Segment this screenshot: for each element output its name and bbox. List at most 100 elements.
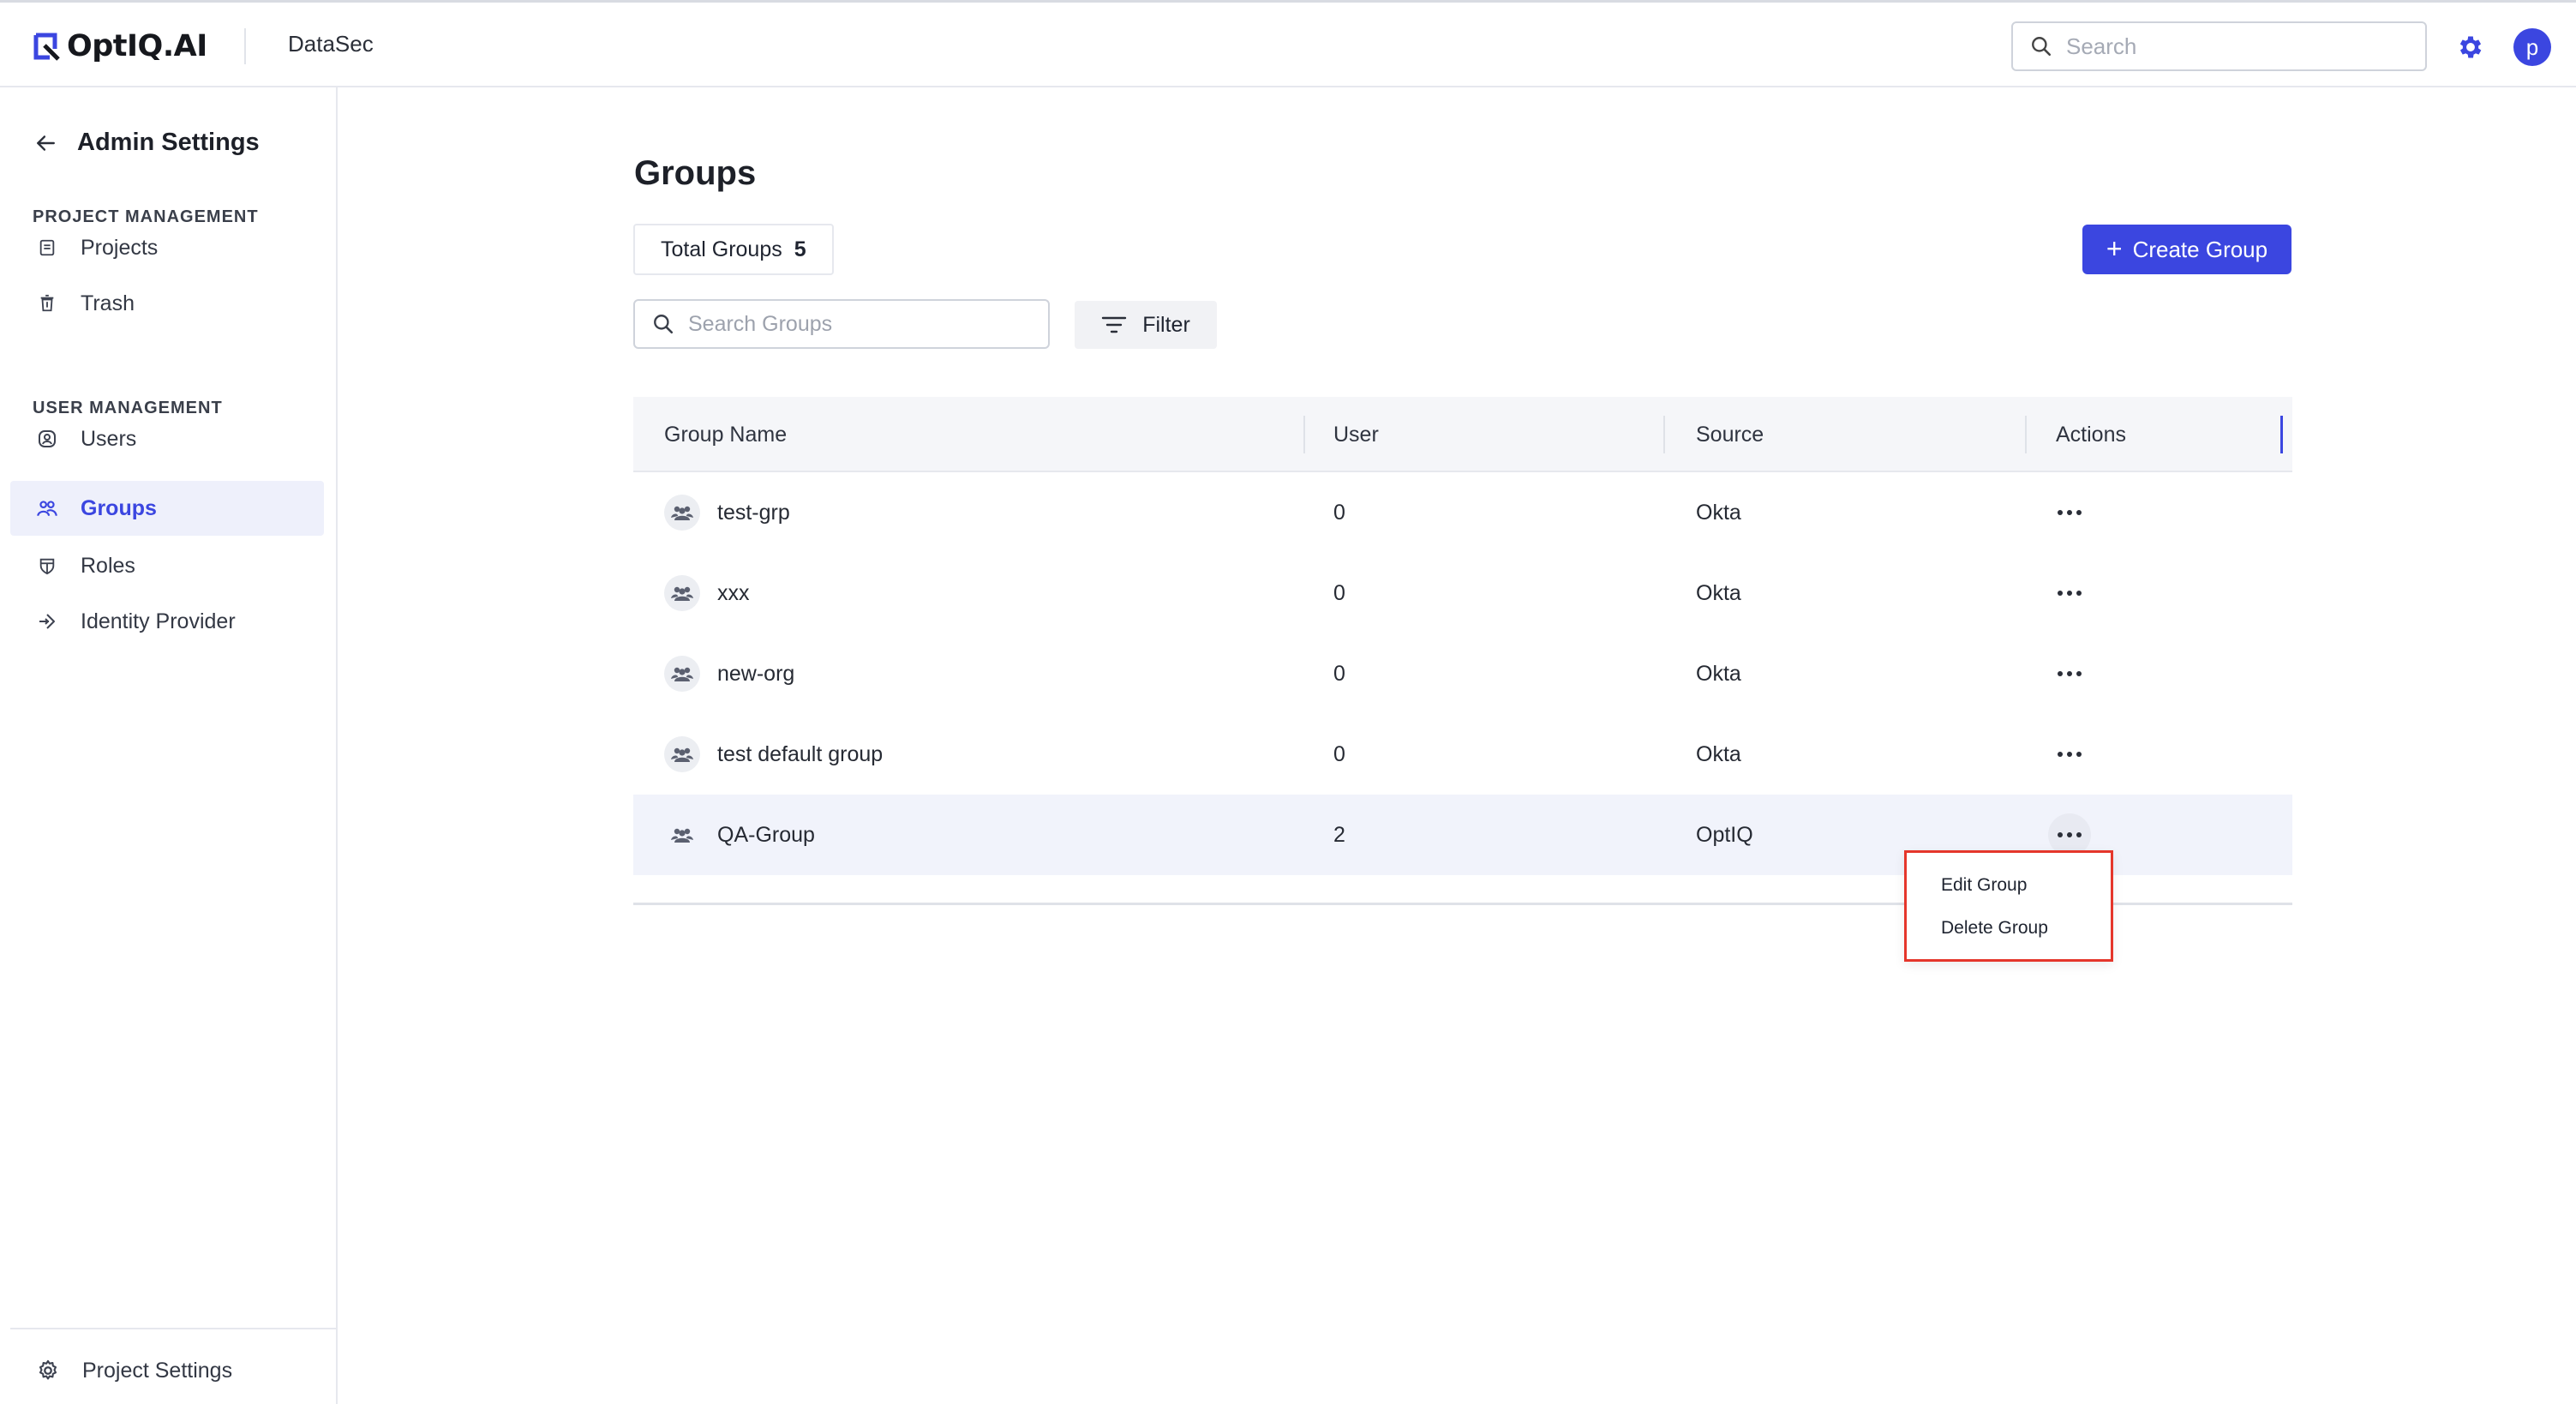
sidebar-item-label: Roles (81, 553, 135, 578)
sidebar-item-groups[interactable]: Groups (10, 481, 324, 536)
page-title: Groups (634, 154, 757, 192)
create-group-label: Create Group (2132, 236, 2268, 262)
sidebar-item-label: Users (81, 426, 137, 451)
column-resize-handle[interactable] (2280, 416, 2283, 453)
total-groups-count: 5 (794, 237, 806, 261)
project-settings-label: Project Settings (82, 1358, 233, 1383)
sidebar-footer: Project Settings (10, 1328, 338, 1383)
group-name: test default group (717, 741, 884, 766)
groups-table: Group Name User Source Actions test-grp … (633, 397, 2292, 875)
group-name: xxx (717, 580, 750, 605)
source-cell: Okta (1696, 661, 1741, 686)
sidebar-item-identity-provider[interactable]: Identity Provider (10, 594, 324, 649)
total-groups-badge: Total Groups 5 (633, 224, 834, 275)
login-arrow-icon (36, 610, 58, 633)
sidebar-item-trash[interactable]: Trash (10, 276, 324, 331)
group-name: QA-Group (717, 822, 815, 847)
more-actions-icon[interactable] (2048, 733, 2091, 776)
group-name-cell: new-org (664, 633, 794, 714)
group-search[interactable] (633, 299, 1050, 349)
search-icon (2032, 37, 2052, 57)
column-header-actions: Actions (2056, 422, 2126, 447)
sidebar-item-roles[interactable]: Roles (10, 538, 324, 593)
group-name: test-grp (717, 500, 790, 525)
admin-settings-header: Admin Settings (34, 129, 260, 157)
project-settings-link[interactable]: Project Settings (10, 1345, 327, 1396)
sidebar-item-label: Trash (81, 291, 135, 315)
sidebar-item-label: Projects (81, 235, 159, 260)
top-bar: OptIQ.AI DataSec p (0, 0, 2576, 87)
table-row[interactable]: test-grp 0 Okta (633, 472, 2292, 553)
user-count-cell: 0 (1333, 741, 1345, 766)
column-divider[interactable] (1303, 416, 1305, 453)
global-search-input[interactable] (2066, 33, 2392, 60)
column-divider[interactable] (2025, 416, 2027, 453)
row-actions-menu: Edit Group Delete Group (1904, 850, 2113, 962)
group-avatar-icon (664, 656, 700, 692)
source-cell: Okta (1696, 741, 1741, 766)
more-actions-icon[interactable] (2048, 652, 2091, 695)
logo-text: OptIQ.AI (67, 29, 207, 63)
group-name-cell: test-grp (664, 472, 790, 553)
sidebar-item-label: Identity Provider (81, 609, 236, 633)
source-cell: Okta (1696, 500, 1741, 525)
user-icon (36, 428, 58, 450)
group-name-cell: QA-Group (664, 795, 815, 875)
actions-cell (2048, 553, 2091, 633)
source-cell: OptIQ (1696, 822, 1753, 847)
menu-item-delete-group[interactable]: Delete Group (1941, 918, 2048, 939)
trash-icon (36, 292, 58, 315)
group-avatar-icon (664, 817, 700, 853)
header-divider (244, 28, 246, 64)
column-header-source[interactable]: Source (1696, 397, 1764, 472)
group-name-cell: xxx (664, 553, 750, 633)
group-avatar-icon (664, 575, 700, 611)
menu-item-edit-group[interactable]: Edit Group (1941, 875, 2027, 896)
table-row[interactable]: xxx 0 Okta (633, 553, 2292, 633)
groups-icon (36, 497, 58, 519)
column-divider[interactable] (1663, 416, 1665, 453)
plus-icon: + (2106, 233, 2123, 264)
total-groups-label: Total Groups (661, 237, 782, 261)
column-header-group-name[interactable]: Group Name (664, 397, 787, 472)
table-row[interactable]: new-org 0 Okta (633, 633, 2292, 714)
more-actions-icon[interactable] (2048, 491, 2091, 534)
shield-icon (36, 555, 58, 577)
actions-cell (2048, 472, 2091, 553)
actions-cell (2048, 714, 2091, 795)
table-header: Group Name User Source Actions (633, 397, 2292, 472)
user-avatar[interactable]: p (2513, 28, 2551, 66)
sidebar-item-users[interactable]: Users (10, 411, 324, 466)
sidebar: Admin Settings PROJECT MANAGEMENT Projec… (0, 87, 338, 1404)
logo[interactable]: OptIQ.AI (33, 27, 207, 66)
group-name: new-org (717, 661, 795, 686)
filter-label: Filter (1142, 312, 1190, 337)
group-avatar-icon (664, 736, 700, 772)
column-header-user[interactable]: User (1333, 397, 1379, 472)
sidebar-item-label: Groups (81, 495, 157, 520)
user-count-cell: 0 (1333, 500, 1345, 525)
actions-cell (2048, 633, 2091, 714)
user-count-cell: 0 (1333, 580, 1345, 605)
back-arrow-icon[interactable] (34, 132, 57, 154)
create-group-button[interactable]: + Create Group (2082, 225, 2291, 274)
logo-mark-icon (33, 33, 60, 61)
group-name-cell: test default group (664, 714, 883, 795)
group-avatar-icon (664, 495, 700, 531)
table-row[interactable]: test default group 0 Okta (633, 714, 2292, 795)
filter-icon (1102, 316, 1127, 333)
project-name[interactable]: DataSec (288, 31, 374, 57)
search-icon (654, 315, 674, 334)
source-cell: Okta (1696, 580, 1741, 605)
sidebar-item-projects[interactable]: Projects (10, 220, 324, 275)
global-search[interactable] (2011, 21, 2427, 71)
settings-gear-icon[interactable] (2456, 33, 2485, 62)
document-icon (36, 237, 58, 259)
user-count-cell: 2 (1333, 822, 1345, 847)
more-actions-icon[interactable] (2048, 572, 2091, 615)
filter-button[interactable]: Filter (1075, 301, 1217, 349)
sidebar-title: Admin Settings (77, 129, 260, 156)
gear-icon (39, 1359, 57, 1380)
group-search-input[interactable] (688, 311, 1031, 337)
user-count-cell: 0 (1333, 661, 1345, 686)
